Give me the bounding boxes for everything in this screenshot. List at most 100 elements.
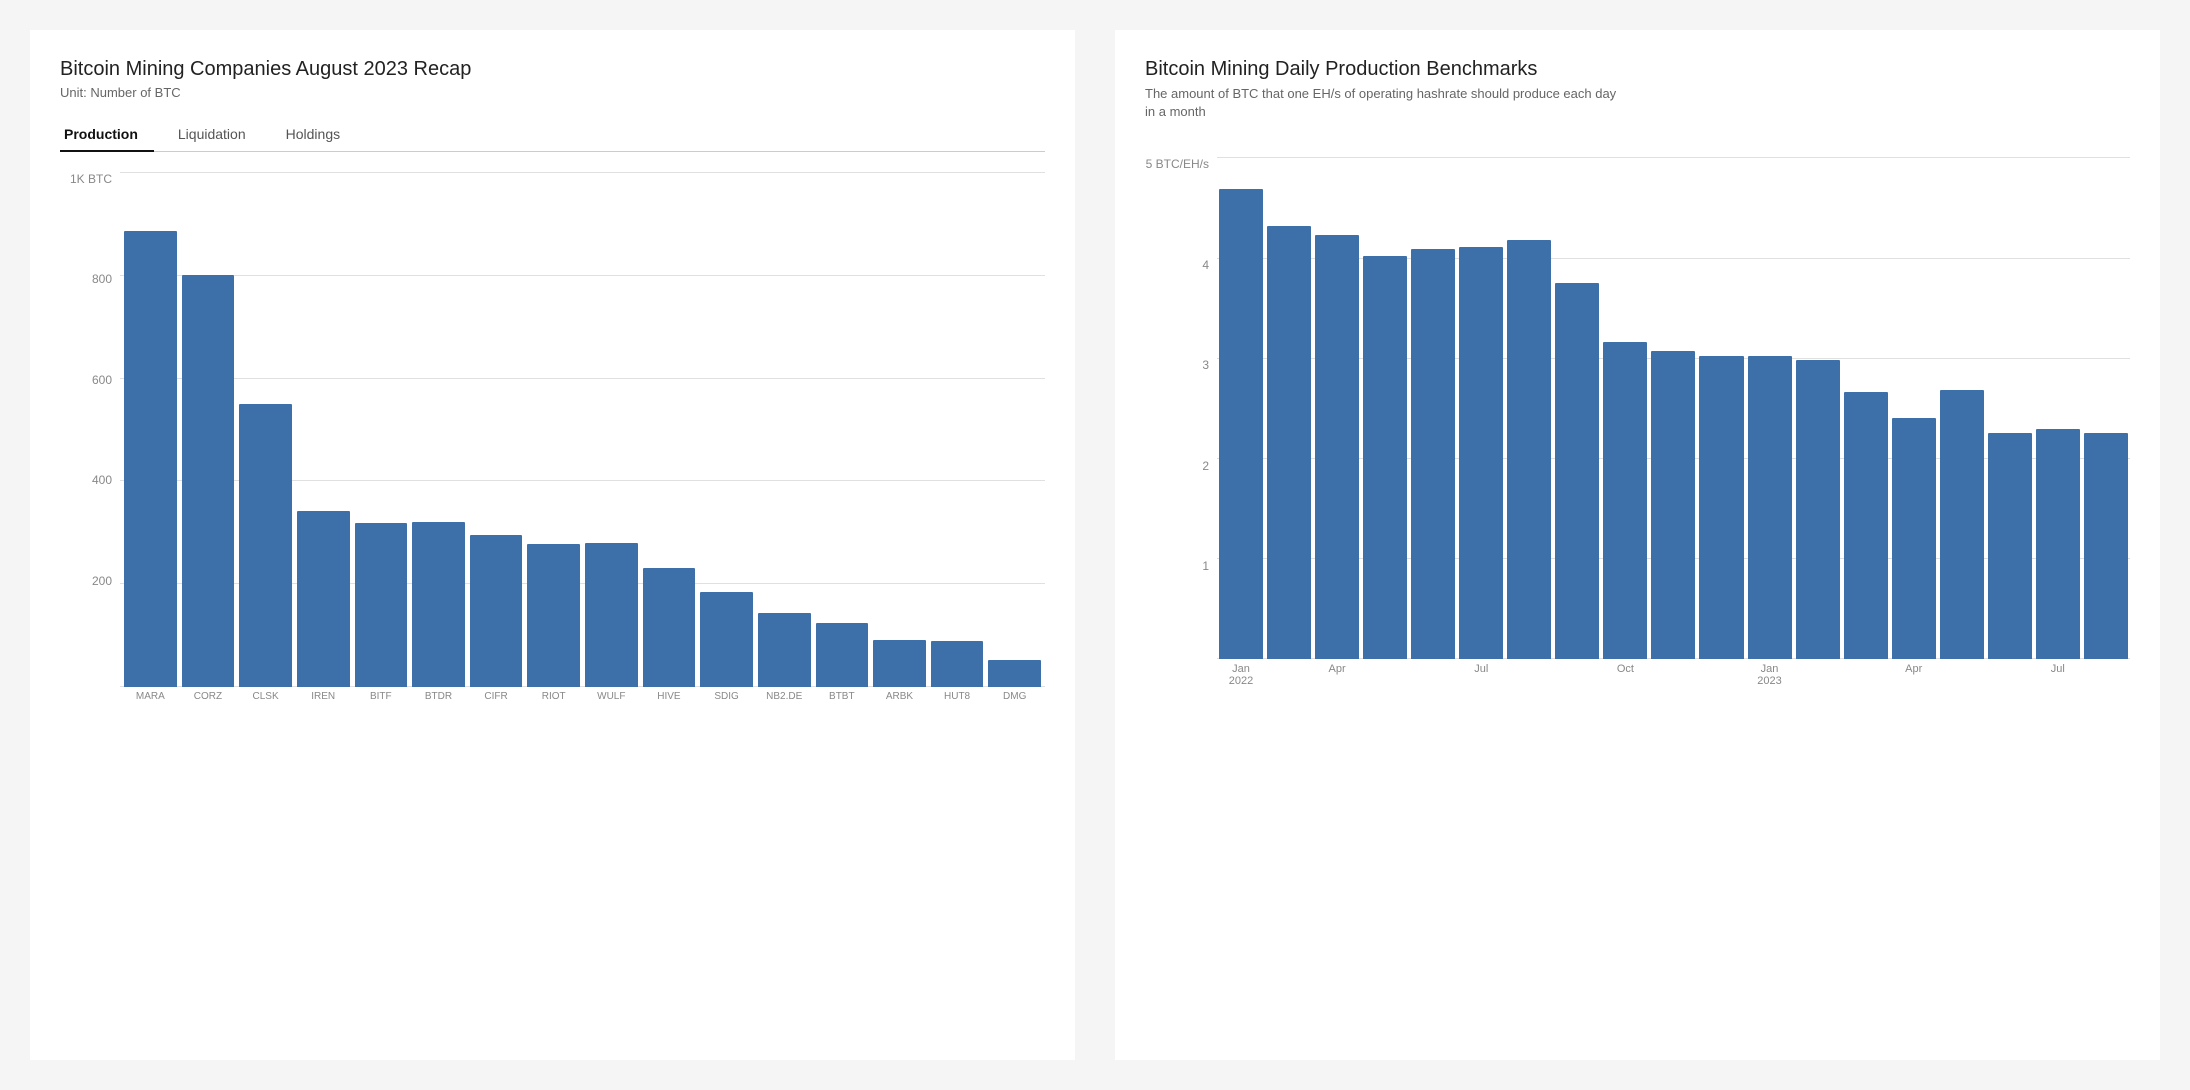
bar <box>1363 256 1407 659</box>
x-axis-label: DMG <box>988 691 1041 702</box>
x-axis-label: CLSK <box>239 691 292 702</box>
bar-wrap <box>1796 157 1840 659</box>
left-panel: Bitcoin Mining Companies August 2023 Rec… <box>30 30 1075 1060</box>
bar-wrap <box>816 172 869 687</box>
right-y-axis: 5 BTC/EH/s4321 <box>1145 157 1217 687</box>
bar <box>1603 342 1647 660</box>
bar-wrap <box>470 172 523 687</box>
bar-wrap <box>873 172 926 687</box>
bar-wrap <box>585 172 638 687</box>
bar-MARA <box>124 231 177 687</box>
bar-CLSK <box>239 404 292 687</box>
bar <box>1699 356 1743 659</box>
x-axis-label: RIOT <box>527 691 580 702</box>
tab-liquidation[interactable]: Liquidation <box>174 118 262 152</box>
right-panel-title: Bitcoin Mining Daily Production Benchmar… <box>1145 58 2130 81</box>
x-axis-label <box>1267 663 1311 687</box>
right-panel: Bitcoin Mining Daily Production Benchmar… <box>1115 30 2160 1060</box>
x-axis-label: Apr <box>1892 663 1936 687</box>
y-axis-label: 1 <box>1202 559 1209 573</box>
x-axis-label: WULF <box>585 691 638 702</box>
bar-wrap <box>2036 157 2080 659</box>
bar-wrap <box>239 172 292 687</box>
bar-NB2.DE <box>758 613 811 687</box>
bar-wrap <box>1267 157 1311 659</box>
bar <box>1411 249 1455 660</box>
x-axis-label: Oct <box>1603 663 1647 687</box>
bar-wrap <box>700 172 753 687</box>
bar-wrap <box>527 172 580 687</box>
tab-holdings[interactable]: Holdings <box>282 118 356 152</box>
x-axis-label: BTBT <box>816 691 869 702</box>
left-bars-grid <box>120 172 1045 687</box>
x-axis-label: Jan 2023 <box>1748 663 1792 687</box>
x-axis-label: Jul <box>2036 663 2080 687</box>
right-panel-subtitle: The amount of BTC that one EH/s of opera… <box>1145 85 1625 121</box>
x-axis-label <box>1796 663 1840 687</box>
left-x-labels: MARACORZCLSKIRENBITFBTDRCIFRRIOTWULFHIVE… <box>120 691 1045 702</box>
bar-wrap <box>297 172 350 687</box>
bar <box>1459 247 1503 660</box>
bar-wrap <box>1748 157 1792 659</box>
y-axis-label: 4 <box>1202 258 1209 272</box>
tabs: Production Liquidation Holdings <box>60 118 1045 152</box>
x-axis-label <box>1699 663 1743 687</box>
bar-wrap <box>1411 157 1455 659</box>
bar <box>1940 390 1984 659</box>
right-bars-grid <box>1217 157 2130 659</box>
bar-ARBK <box>873 640 926 687</box>
x-axis-label <box>1651 663 1695 687</box>
bar <box>1892 418 1936 660</box>
x-axis-label: SDIG <box>700 691 753 702</box>
x-axis-label: Apr <box>1315 663 1359 687</box>
left-panel-title: Bitcoin Mining Companies August 2023 Rec… <box>60 58 1045 81</box>
bar-WULF <box>585 543 638 687</box>
tab-production[interactable]: Production <box>60 118 154 152</box>
bar <box>2084 433 2128 659</box>
bar <box>1507 240 1551 660</box>
bar <box>1988 433 2032 659</box>
x-axis-label <box>1988 663 2032 687</box>
bar-DMG <box>988 660 1041 687</box>
x-axis-label: BITF <box>355 691 408 702</box>
bar <box>1748 356 1792 659</box>
y-axis-label: 2 <box>1202 459 1209 473</box>
right-chart-body: Jan 2022 Apr Jul Oct Jan 2023 Apr Jul <box>1217 157 2130 687</box>
x-axis-label: HUT8 <box>931 691 984 702</box>
left-bars-container <box>120 172 1045 687</box>
bar-wrap <box>1844 157 1888 659</box>
y-axis-label: 400 <box>92 473 112 487</box>
y-axis-label: 1K BTC <box>70 172 112 186</box>
left-panel-subtitle: Unit: Number of BTC <box>60 85 1045 100</box>
bar-wrap <box>1699 157 1743 659</box>
bar-BITF <box>355 523 408 687</box>
bar <box>1844 392 1888 659</box>
y-axis-label: 800 <box>92 272 112 286</box>
x-axis-label: CIFR <box>470 691 523 702</box>
y-axis-label: 600 <box>92 373 112 387</box>
bar-BTBT <box>816 623 869 687</box>
x-axis-label: BTDR <box>412 691 465 702</box>
bar-BTDR <box>412 522 465 687</box>
x-axis-label <box>1555 663 1599 687</box>
x-axis-label: Jan 2022 <box>1219 663 1263 687</box>
x-axis-label: MARA <box>124 691 177 702</box>
bar-wrap <box>1315 157 1359 659</box>
y-axis-label: 3 <box>1202 358 1209 372</box>
bar-HUT8 <box>931 641 984 687</box>
bar-wrap <box>182 172 235 687</box>
bar-wrap <box>1603 157 1647 659</box>
x-axis-label <box>1940 663 1984 687</box>
bar-wrap <box>355 172 408 687</box>
bar-wrap <box>2084 157 2128 659</box>
bar-wrap <box>1363 157 1407 659</box>
x-axis-label: HIVE <box>643 691 696 702</box>
bar-wrap <box>643 172 696 687</box>
right-x-labels: Jan 2022 Apr Jul Oct Jan 2023 Apr Jul <box>1217 663 2130 687</box>
bar-wrap <box>1459 157 1503 659</box>
bar-wrap <box>1988 157 2032 659</box>
x-axis-label: Jul <box>1459 663 1503 687</box>
x-axis-label <box>1844 663 1888 687</box>
bar <box>1267 226 1311 660</box>
bar-IREN <box>297 511 350 687</box>
